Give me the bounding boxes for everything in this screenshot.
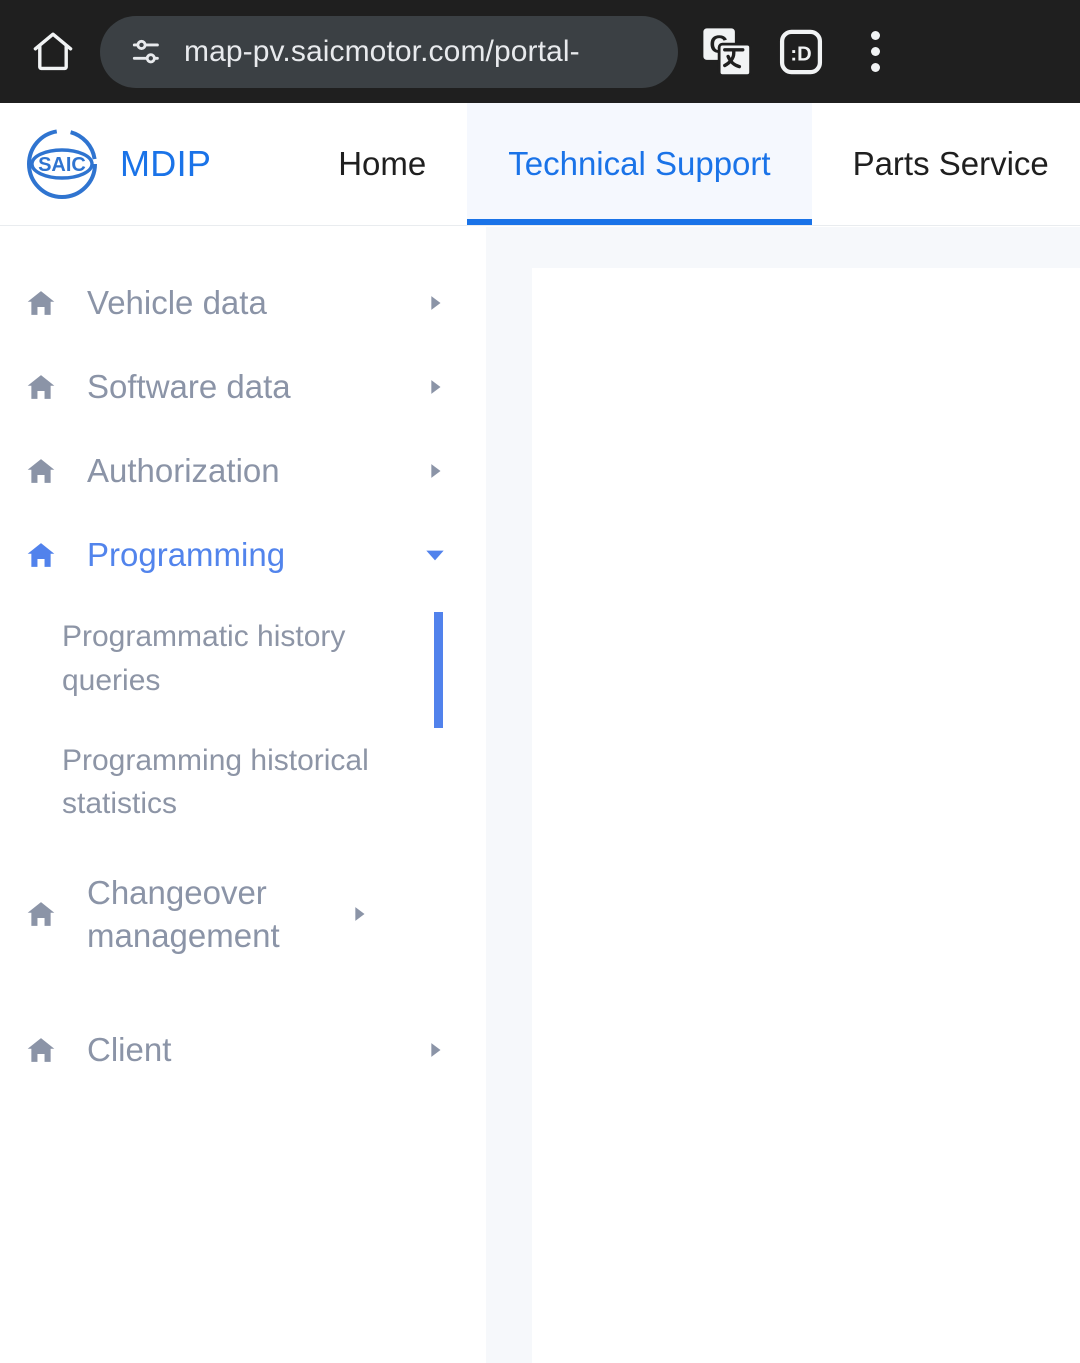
tune-sliders-icon[interactable] bbox=[128, 34, 164, 70]
chevron-right-icon[interactable] bbox=[342, 903, 376, 925]
home-outline-icon[interactable] bbox=[22, 21, 84, 83]
home-icon bbox=[20, 454, 62, 488]
sidebar-item-label: Changeover management bbox=[87, 873, 280, 955]
nav-tab-parts-service-label: Parts Service bbox=[852, 145, 1049, 182]
nav-tab-technical-support[interactable]: Technical Support bbox=[467, 103, 812, 225]
chevron-down-icon[interactable] bbox=[418, 542, 452, 568]
body-area: Vehicle data Software data Authorization… bbox=[0, 227, 1080, 1363]
three-dot-overflow-icon[interactable] bbox=[846, 15, 904, 89]
chevron-right-icon[interactable] bbox=[418, 292, 452, 314]
url-text: map-pv.saicmotor.com/portal- bbox=[184, 34, 580, 68]
chevron-right-icon[interactable] bbox=[418, 460, 452, 482]
chevron-right-icon[interactable] bbox=[418, 376, 452, 398]
content-region bbox=[486, 227, 1080, 1363]
sidebar-subitem-label: Programmatic history queries bbox=[62, 620, 346, 697]
chevron-right-icon[interactable] bbox=[418, 1039, 452, 1061]
sidebar-item-authorization[interactable]: Authorization bbox=[0, 429, 486, 513]
saic-logo-icon: SAIC bbox=[20, 122, 104, 206]
nav-tab-technical-support-label: Technical Support bbox=[508, 145, 771, 182]
sidebar-subitem-programming-historical-statistics[interactable]: Programming historical statistics bbox=[0, 721, 486, 845]
home-icon bbox=[20, 897, 62, 931]
saic-logo-text: SAIC bbox=[38, 154, 86, 176]
sidebar-subitem-programmatic-history-queries[interactable]: Programmatic history queries bbox=[0, 597, 486, 721]
svg-text::D: :D bbox=[790, 43, 811, 65]
sidebar-item-changeover-management[interactable]: Changeover management bbox=[0, 844, 486, 984]
browser-toolbar: map-pv.saicmotor.com/portal- G :D bbox=[0, 0, 1080, 103]
sidebar-subitem-label: Programming historical statistics bbox=[62, 743, 369, 821]
home-icon bbox=[20, 370, 62, 404]
brand-name: MDIP bbox=[120, 143, 212, 184]
nav-tab-home-label: Home bbox=[338, 145, 427, 182]
tab-count-icon[interactable]: :D bbox=[764, 15, 838, 89]
brand-logo-link[interactable]: SAIC MDIP bbox=[0, 103, 211, 225]
sidebar-active-indicator bbox=[434, 612, 443, 728]
sidebar-item-label: Programming bbox=[87, 536, 286, 574]
home-icon bbox=[20, 286, 62, 320]
site-header: SAIC MDIP Home Technical Support Parts S… bbox=[0, 103, 1080, 226]
home-icon bbox=[20, 1033, 62, 1067]
content-card bbox=[532, 268, 1080, 1363]
nav-tab-home[interactable]: Home bbox=[297, 103, 467, 225]
sidebar-item-label: Software data bbox=[87, 368, 291, 406]
main-nav: Home Technical Support Parts Service bbox=[297, 103, 1080, 225]
sidebar-item-vehicle-data[interactable]: Vehicle data bbox=[0, 261, 486, 345]
sidebar-nav: Vehicle data Software data Authorization… bbox=[0, 227, 486, 1363]
sidebar-item-software-data[interactable]: Software data bbox=[0, 345, 486, 429]
nav-tab-parts-service[interactable]: Parts Service bbox=[812, 103, 1080, 225]
address-bar[interactable]: map-pv.saicmotor.com/portal- bbox=[100, 15, 678, 88]
home-icon bbox=[20, 538, 62, 572]
app-screen: map-pv.saicmotor.com/portal- G :D bbox=[0, 0, 1080, 1363]
sidebar-item-programming[interactable]: Programming bbox=[0, 513, 486, 597]
sidebar-item-client[interactable]: Client bbox=[0, 1008, 486, 1092]
google-translate-icon[interactable]: G bbox=[690, 15, 764, 89]
sidebar-item-label: Authorization bbox=[87, 452, 280, 490]
sidebar-item-label: Client bbox=[87, 1031, 172, 1069]
sidebar-item-label: Vehicle data bbox=[87, 284, 267, 322]
